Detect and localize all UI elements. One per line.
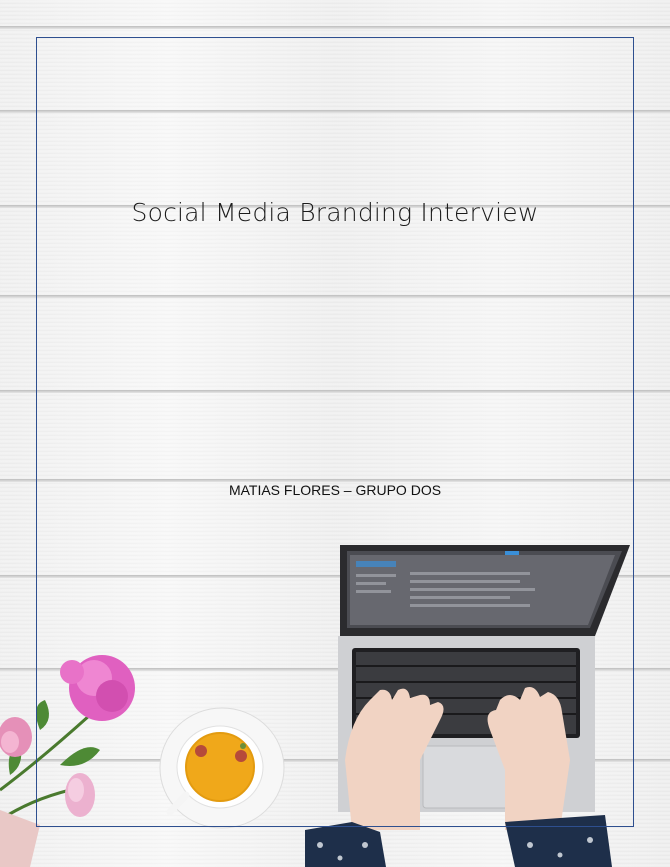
document-title: Social Media Branding Interview [131,198,539,227]
document-page: Social Media Branding Interview MATIAS F… [0,0,670,867]
author-line: MATIAS FLORES – GRUPO DOS [228,482,442,498]
page-frame [36,37,634,827]
